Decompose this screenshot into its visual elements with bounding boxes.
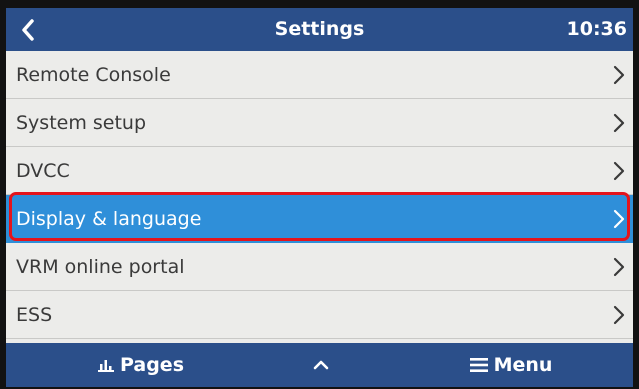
pages-label: Pages [119,354,185,376]
menu-item-system-setup[interactable]: System setup [6,99,633,147]
menu-item-dvcc[interactable]: DVCC [6,147,633,195]
menu-item-label: Display & language [16,208,202,230]
chevron-right-icon [613,113,625,133]
menu-item-label: VRM online portal [16,256,185,278]
touch-screen: Settings 10:36 Remote Console System set… [6,8,633,387]
menu-item-label: Remote Console [16,64,171,86]
clock: 10:36 [566,18,627,40]
chevron-right-icon [613,257,625,277]
chevron-up-icon [313,360,329,370]
menu-item-ess[interactable]: ESS [6,291,633,339]
back-button[interactable] [6,8,50,51]
menu-item-remote-console[interactable]: Remote Console [6,51,633,99]
menu-label: Menu [493,354,553,376]
menu-item-display-language[interactable]: Display & language [6,195,633,243]
page-title: Settings [274,18,365,40]
menu-item-label: ESS [16,304,53,326]
bar-chart-icon [97,360,114,372]
bottom-bar: Pages Menu [6,343,633,387]
top-bar: Settings 10:36 [6,8,633,51]
menu-item-vrm-online-portal[interactable]: VRM online portal [6,243,633,291]
scroll-up-button[interactable] [291,343,351,387]
chevron-left-icon [22,18,34,41]
chevron-right-icon [613,209,625,229]
menu-item-label: System setup [16,112,147,134]
menu-item-label: DVCC [16,160,70,182]
pages-button[interactable]: Pages [66,343,216,387]
chevron-right-icon [613,65,625,85]
hamburger-icon [469,358,488,372]
menu-button[interactable]: Menu [446,343,576,387]
settings-menu-list: Remote Console System setup DVCC Display… [6,51,633,339]
chevron-right-icon [613,305,625,325]
chevron-right-icon [613,161,625,181]
